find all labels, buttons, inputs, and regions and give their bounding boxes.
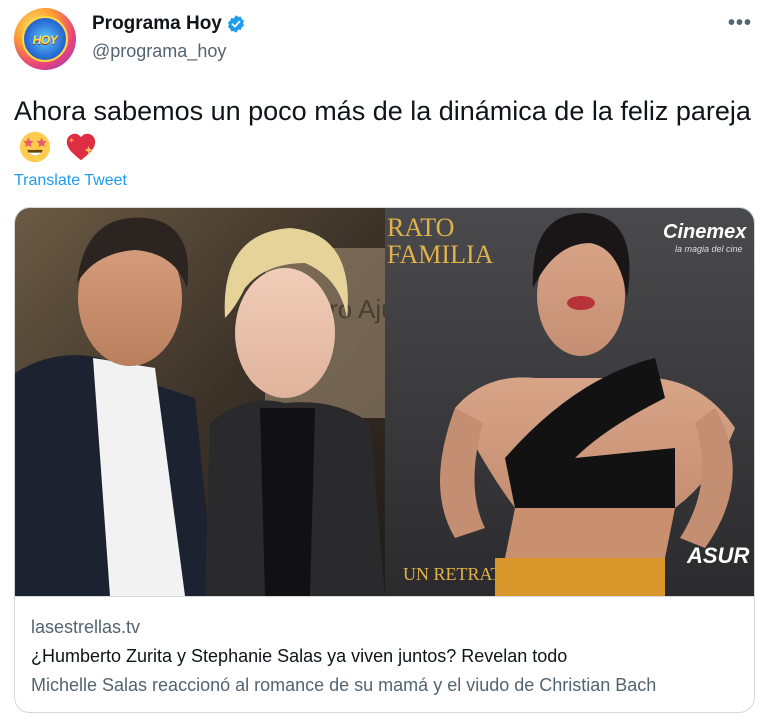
author-handle[interactable]: @programa_hoy (92, 41, 226, 62)
link-card-description: Michelle Salas reaccionó al romance de s… (31, 675, 657, 695)
author-name-row[interactable]: Programa Hoy (92, 13, 246, 35)
poster-text-1: RATO (387, 213, 454, 242)
translate-tweet-link[interactable]: Translate Tweet (14, 172, 127, 190)
avatar[interactable]: HOY (14, 8, 76, 70)
woman2-skirt (495, 558, 665, 596)
link-card-title: ¿Humberto Zurita y Stephanie Salas ya vi… (31, 646, 568, 666)
tweet-header: HOY Programa Hoy @programa_hoy ••• (14, 8, 754, 72)
woman-face (235, 268, 335, 398)
tweet-body: Ahora sabemos un poco más de la dinámica… (14, 92, 754, 168)
avatar-logo-text: HOY (32, 33, 58, 47)
link-card-image[interactable]: Teatro Ajusco RATO FAMILIA Cinemex la ma… (15, 208, 755, 596)
link-card-domain: lasestrellas.tv (31, 617, 141, 637)
verified-badge-icon (227, 15, 244, 33)
woman-blouse (260, 408, 315, 596)
woman2-mouth (567, 296, 595, 310)
link-card[interactable]: Teatro Ajusco RATO FAMILIA Cinemex la ma… (14, 207, 755, 713)
poster-text-2: FAMILIA (387, 240, 494, 269)
link-card-meta[interactable]: lasestrellas.tv ¿Humberto Zurita y Steph… (15, 596, 754, 712)
cinemex-tagline: la magia del cine (675, 244, 743, 254)
star-struck-emoji-icon (19, 131, 51, 163)
author-display-name[interactable]: Programa Hoy (92, 13, 222, 35)
woman2-waist (505, 508, 675, 558)
tweet-text: Ahora sabemos un poco más de la dinámica… (14, 96, 751, 126)
cinemex-logo-text: Cinemex (663, 221, 747, 243)
more-options-icon[interactable]: ••• (728, 12, 752, 35)
avatar-logo: HOY (22, 16, 68, 62)
sponsor-logo-text: ASUR (686, 543, 749, 568)
sparkling-heart-emoji-icon (66, 133, 95, 161)
